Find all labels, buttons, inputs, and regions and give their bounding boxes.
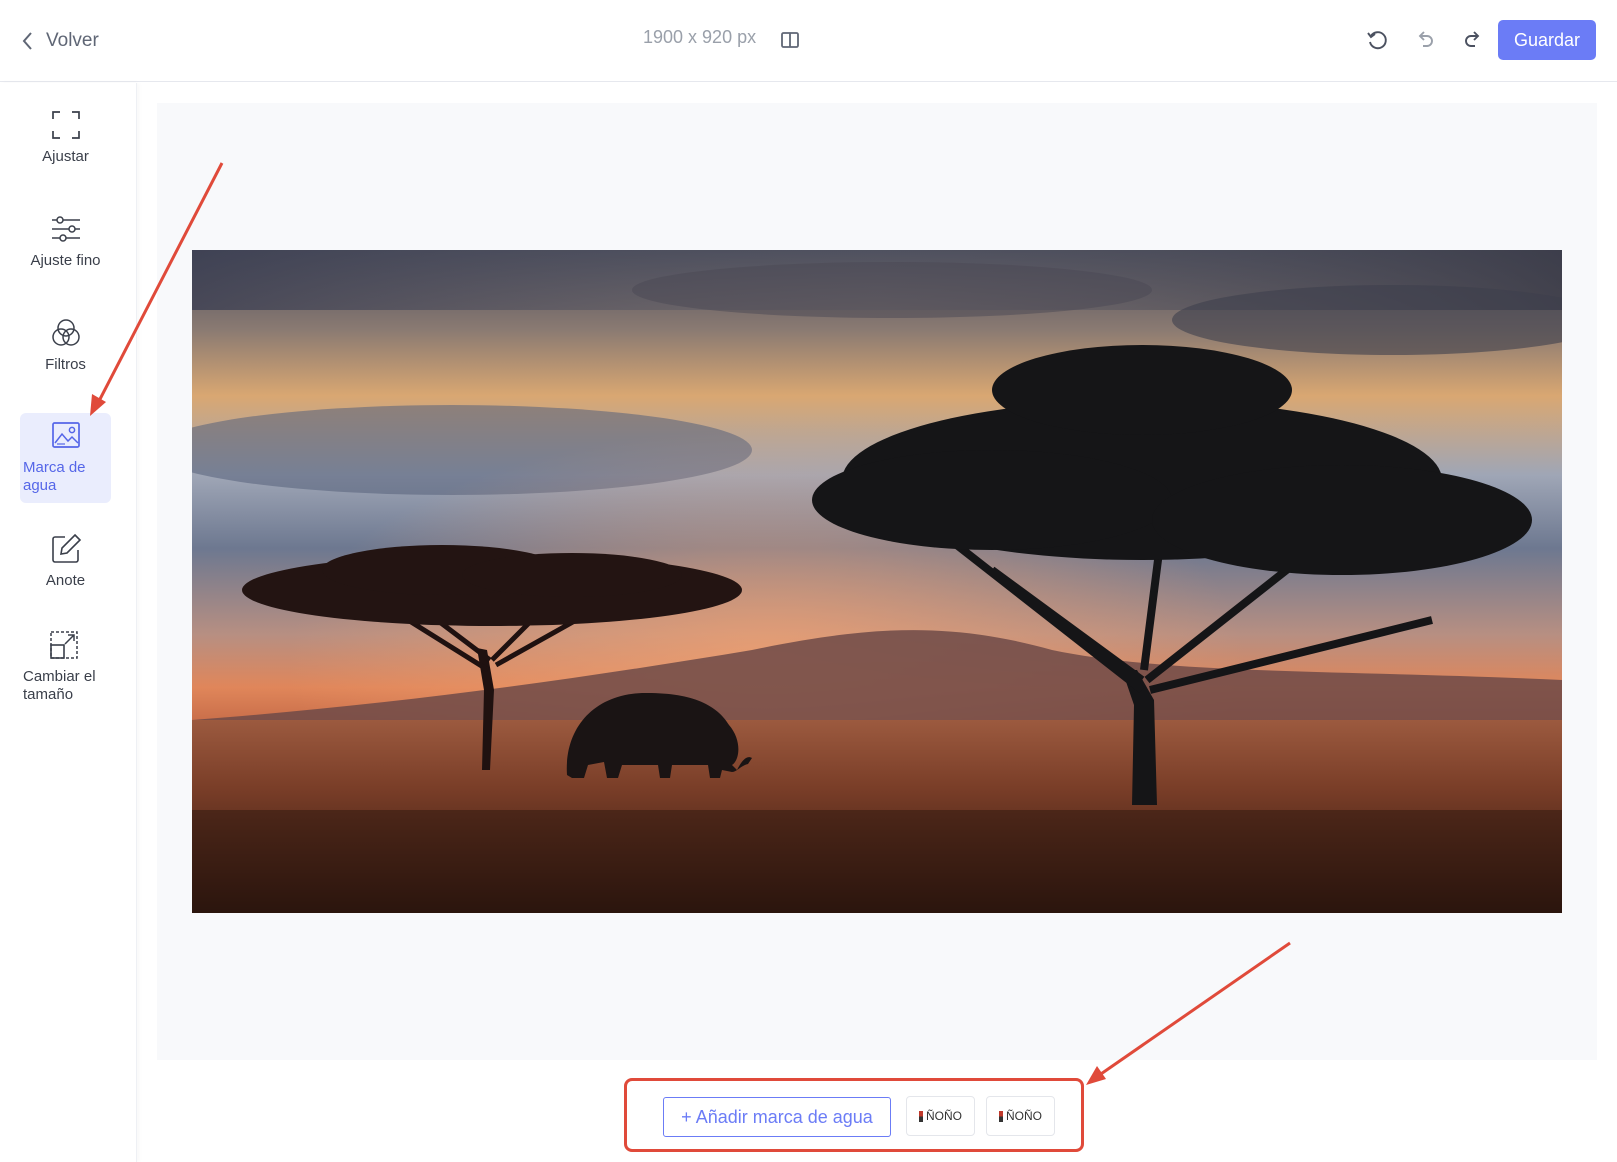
tool-label: Ajustar [42,148,89,165]
back-button[interactable]: Volver [20,26,99,56]
crop-frame-icon [51,111,80,139]
back-label: Volver [46,30,99,51]
redo-icon[interactable] [1461,28,1485,52]
watermark-logo-icon [999,1110,1003,1122]
tool-marca-de-agua[interactable]: Marca de agua [20,413,111,503]
sliders-icon [51,216,80,242]
tool-label: Marca de agua [23,459,86,494]
resize-icon [50,631,78,659]
tool-label: Cambiar el tamaño [23,668,96,703]
editor-canvas [157,103,1597,1060]
watermark-preset[interactable]: ÑOÑO [906,1096,975,1136]
tool-filtros[interactable]: Filtros [20,316,111,382]
top-bar: Volver 1900 x 920 px Guardar [0,0,1617,82]
tool-label: Anote [45,572,86,589]
watermark-preset[interactable]: ÑOÑO [986,1096,1055,1136]
watermark-logo-icon [919,1110,923,1122]
save-button[interactable]: Guardar [1498,20,1596,60]
tool-label: Ajuste fino [30,252,101,269]
compare-split-icon[interactable] [779,29,801,51]
tool-ajuste-fino[interactable]: Ajuste fino [20,212,111,278]
tool-cambiar-tamano[interactable]: Cambiar el tamaño [20,628,111,708]
image-dimensions: 1900 x 920 px [643,27,757,47]
add-watermark-button[interactable]: + Añadir marca de agua [663,1097,891,1137]
tool-anote[interactable]: Anote [20,532,111,598]
watermark-preset-label: ÑOÑO [1006,1109,1042,1123]
watermark-preset-label: ÑOÑO [926,1109,962,1123]
edit-pencil-icon [51,533,81,563]
savanna-sunset-photo[interactable] [192,250,1562,913]
tool-ajustar[interactable]: Ajustar [20,108,111,174]
filters-circles-icon [51,319,80,346]
chevron-left-icon [22,32,32,50]
watermark-image-icon [51,422,80,448]
tool-label: Filtros [45,356,86,373]
reset-icon[interactable] [1365,28,1389,52]
undo-icon[interactable] [1413,28,1437,52]
